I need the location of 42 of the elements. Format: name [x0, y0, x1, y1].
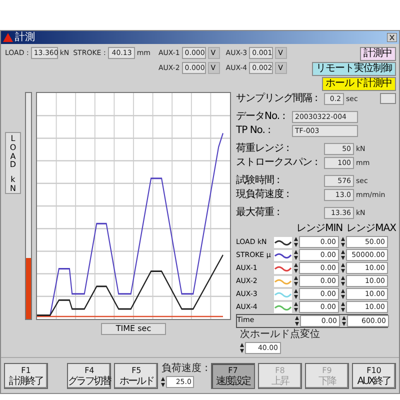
status-badge: 計測中 [360, 47, 396, 61]
y-axis-unit: kN [9, 176, 17, 194]
function-key-button[interactable]: F1 計測終了 [4, 362, 48, 388]
spin-arrows-icon[interactable] [240, 343, 244, 353]
close-icon[interactable] [387, 33, 397, 42]
spin-arrows-icon[interactable] [294, 289, 298, 299]
field-label: 試験時間 : [236, 174, 281, 186]
field-label: サンプリング間隔 : [236, 92, 319, 104]
window-title: 計測 [15, 32, 36, 44]
spin-arrows-icon[interactable] [294, 250, 298, 260]
spin-arrows-icon[interactable] [342, 316, 346, 326]
spin-arrows-icon[interactable] [294, 237, 298, 247]
spin-arrows-icon[interactable] [295, 316, 299, 326]
spin-arrows-icon[interactable] [294, 302, 298, 312]
spin-arrows-icon[interactable] [341, 250, 345, 260]
spin-arrows-icon[interactable] [294, 263, 298, 273]
status-badge: リモート実位制御 [312, 62, 396, 76]
field-label: 最大荷重 : [236, 206, 281, 218]
x-axis-label: TIME sec [100, 323, 166, 335]
y-axis-name: LOAD [9, 135, 17, 170]
column-header: レンジMIN [296, 223, 343, 235]
status-badge: ホールド計測中 [322, 77, 396, 91]
field-label: 現負荷速度 : [236, 188, 290, 200]
function-key-button[interactable]: F5 ホールド [114, 362, 158, 388]
field-label: ストロークスパン : [236, 156, 319, 168]
spin-arrows-icon[interactable] [294, 276, 298, 286]
field-label: 次ホールド点変位 [240, 329, 321, 341]
small-button[interactable] [380, 93, 396, 104]
app-logo-icon [3, 33, 13, 42]
spin-arrows-icon[interactable] [341, 276, 345, 286]
field-label: 負荷速度 : [161, 363, 208, 375]
column-header: レンジMAX [346, 223, 396, 235]
function-key-button[interactable]: F10 AUX終了 [352, 362, 396, 388]
spin-arrows-icon[interactable] [341, 289, 345, 299]
spin-arrows-icon[interactable] [341, 263, 345, 273]
spin-arrows-icon[interactable] [341, 237, 345, 247]
field-label: 荷重レンジ : [236, 142, 290, 154]
field-label: データNo. : [236, 110, 286, 122]
spin-arrows-icon[interactable] [341, 302, 345, 312]
function-key-button[interactable]: F7 速度設定 [211, 362, 255, 388]
spin-arrows-icon[interactable] [161, 377, 166, 387]
field-label: TP No. : [236, 124, 272, 136]
